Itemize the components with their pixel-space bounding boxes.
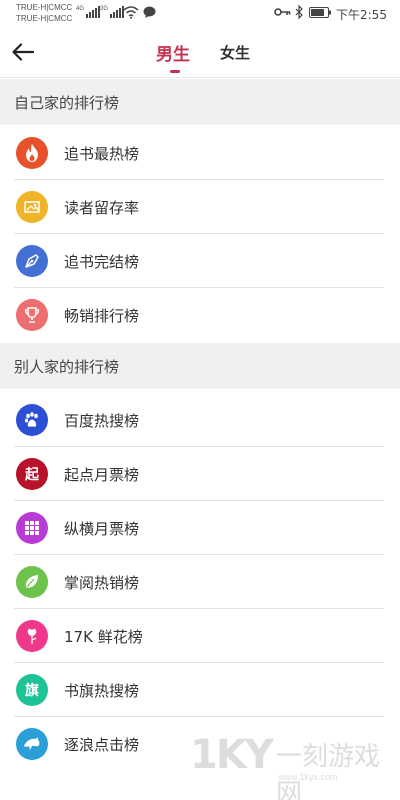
list-item-label: 畅销排行榜	[64, 307, 140, 325]
leaf-icon	[16, 566, 48, 598]
list-item-label: 追书完结榜	[64, 253, 140, 271]
list-item-label: 17K 鲜花榜	[64, 628, 143, 646]
tab-male[interactable]: 男生	[156, 40, 190, 65]
list-item-reader-retention[interactable]: 读者留存率	[0, 180, 400, 234]
trophy-icon	[16, 299, 48, 331]
carrier-label-1: TRUE-H|CMCC	[16, 3, 73, 12]
signal-icon-2: 3G	[100, 6, 125, 18]
key-icon	[274, 8, 291, 16]
flame-icon	[16, 137, 48, 169]
pen-nib-icon	[16, 245, 48, 277]
arrow-left-icon	[12, 43, 34, 61]
qi-character-icon: 起	[16, 458, 48, 490]
list-item-label: 纵横月票榜	[64, 520, 140, 538]
list-item-label: 读者留存率	[64, 199, 140, 217]
list-item-zhuishu-hot[interactable]: 追书最热榜	[0, 126, 400, 180]
watermark-logo: 1KY 一刻游戏网 www.1kyx.com	[190, 730, 390, 800]
signal-icon: 4G	[76, 6, 101, 18]
status-bar: TRUE-H|CMCC TRUE-H|CMCC 4G 3G 下午2:55	[0, 0, 400, 26]
list-item-zhangyue-bestseller[interactable]: 掌阅热销榜	[0, 555, 400, 609]
paw-icon	[16, 404, 48, 436]
top-nav-bar: 男生 女生	[0, 26, 400, 78]
list-item-qidian-monthly[interactable]: 起 起点月票榜	[0, 447, 400, 501]
list-item-shuqi-hot[interactable]: 旗 书旗热搜榜	[0, 663, 400, 717]
dolphin-icon	[16, 728, 48, 760]
list-item-bestseller[interactable]: 畅销排行榜	[0, 288, 400, 342]
list-item-label: 百度热搜榜	[64, 412, 140, 430]
battery-icon	[309, 7, 331, 18]
tab-active-indicator	[170, 70, 180, 73]
watermark-cn-text: 一刻游戏网	[276, 742, 381, 800]
clock: 下午2:55	[336, 8, 387, 22]
bluetooth-icon	[295, 5, 303, 19]
list-item-baidu-hot[interactable]: 百度热搜榜	[0, 393, 400, 447]
back-button[interactable]	[8, 38, 38, 66]
section-header-others: 别人家的排行榜	[0, 343, 400, 389]
list-item-zongheng-monthly[interactable]: 纵横月票榜	[0, 501, 400, 555]
section-header-own: 自己家的排行榜	[0, 79, 400, 125]
watermark-brand: 1KY	[190, 732, 274, 778]
list-item-label: 掌阅热销榜	[64, 574, 140, 592]
tab-female[interactable]: 女生	[220, 42, 250, 63]
list-item-label: 书旗热搜榜	[64, 682, 140, 700]
wifi-icon	[123, 6, 139, 19]
list-item-label: 起点月票榜	[64, 466, 140, 484]
list-item-label: 逐浪点击榜	[64, 736, 140, 754]
icon-glyph: 旗	[25, 683, 39, 699]
qi-flag-character-icon: 旗	[16, 674, 48, 706]
watermark-url: www.1kyx.com	[278, 772, 338, 782]
carrier-label-2: TRUE-H|CMCC	[16, 14, 73, 23]
signal-tag-1: 4G	[76, 6, 85, 12]
grid-icon	[16, 512, 48, 544]
signal-tag-2: 3G	[100, 6, 109, 12]
rose-icon	[16, 620, 48, 652]
picture-frame-icon	[16, 191, 48, 223]
icon-glyph: 起	[25, 467, 39, 483]
message-icon	[143, 6, 156, 18]
list-item-label: 追书最热榜	[64, 145, 140, 163]
list-item-17k-flowers[interactable]: 17K 鲜花榜	[0, 609, 400, 663]
list-item-zhuishu-finished[interactable]: 追书完结榜	[0, 234, 400, 288]
